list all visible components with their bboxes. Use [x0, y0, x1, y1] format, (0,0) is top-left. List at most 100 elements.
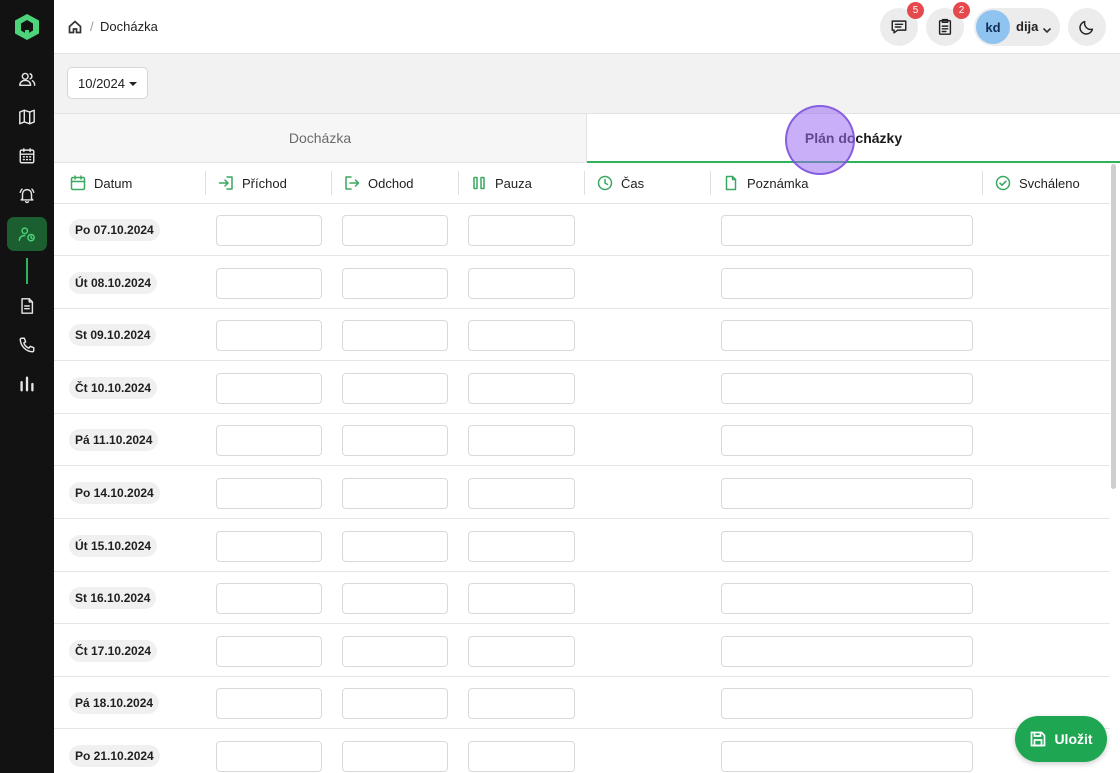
nav-documents[interactable]: [7, 289, 47, 323]
break-input[interactable]: [468, 583, 575, 615]
tab-attendance[interactable]: Docházka: [54, 114, 587, 163]
user-menu[interactable]: kd dija: [974, 8, 1060, 46]
theme-toggle-button[interactable]: [1068, 8, 1106, 46]
top-bar: / Docházka 5 2 kd dija: [54, 0, 1120, 54]
departure-input[interactable]: [342, 425, 448, 457]
tab-attendance-label: Docházka: [288, 130, 352, 146]
check-circle-icon: [995, 175, 1011, 191]
note-input[interactable]: [721, 635, 973, 667]
vertical-scrollbar[interactable]: [1111, 164, 1116, 489]
column-break[interactable]: Pauza: [471, 163, 532, 203]
nav-statistics[interactable]: [7, 367, 47, 401]
row-date: St 09.10.2024: [69, 324, 157, 347]
departure-input[interactable]: [342, 741, 448, 772]
column-approved[interactable]: Svcháleno: [995, 163, 1080, 203]
nav-submenu-indicator: [26, 258, 28, 284]
table-row: Po 21.10.2024: [54, 730, 1110, 773]
column-note[interactable]: Poznámka: [723, 163, 808, 203]
note-input[interactable]: [721, 267, 973, 299]
note-input[interactable]: [721, 425, 973, 457]
app-logo[interactable]: [14, 13, 40, 41]
user-clock-icon: [18, 227, 35, 242]
calendar-icon: [70, 175, 86, 191]
table-row: Pá 18.10.2024: [54, 677, 1110, 730]
departure-input[interactable]: [342, 688, 448, 720]
note-input[interactable]: [721, 583, 973, 615]
departure-input[interactable]: [342, 267, 448, 299]
row-date: Út 15.10.2024: [69, 534, 158, 557]
break-input[interactable]: [468, 530, 575, 562]
note-input[interactable]: [721, 530, 973, 562]
note-input[interactable]: [721, 372, 973, 404]
note-input[interactable]: [721, 741, 973, 772]
arrival-input[interactable]: [216, 425, 322, 457]
home-icon: [68, 20, 82, 34]
nav-notifications[interactable]: [7, 178, 47, 212]
column-arrival[interactable]: Příchod: [218, 163, 287, 203]
table-row: Út 15.10.2024: [54, 520, 1110, 572]
break-input[interactable]: [468, 425, 575, 457]
arrival-input[interactable]: [216, 372, 322, 404]
row-date: Čt 10.10.2024: [69, 376, 158, 399]
chevron-down-icon: [1042, 22, 1052, 34]
sidebar: [0, 0, 54, 773]
note-input[interactable]: [721, 688, 973, 720]
break-input[interactable]: [468, 741, 575, 772]
column-date[interactable]: Datum: [70, 163, 132, 203]
break-input[interactable]: [468, 635, 575, 667]
nav-calendar[interactable]: [7, 139, 47, 173]
nav-map[interactable]: [7, 100, 47, 134]
break-input[interactable]: [468, 688, 575, 720]
arrival-input[interactable]: [216, 215, 322, 246]
table-row: Čt 10.10.2024: [54, 362, 1110, 414]
column-divider: [205, 171, 206, 195]
note-input[interactable]: [721, 478, 973, 509]
departure-input[interactable]: [342, 583, 448, 615]
arrival-input[interactable]: [216, 320, 322, 352]
column-arrival-label: Příchod: [242, 175, 287, 191]
break-input[interactable]: [468, 478, 575, 509]
departure-input[interactable]: [342, 372, 448, 404]
column-divider: [710, 171, 711, 195]
column-time-label: Čas: [621, 175, 645, 191]
arrival-input[interactable]: [216, 530, 322, 562]
clipboard-icon: [938, 18, 952, 35]
calendar-icon: [19, 148, 35, 164]
nav-users[interactable]: [7, 62, 47, 96]
phone-icon: [19, 337, 35, 353]
column-divider: [331, 171, 332, 195]
arrival-input[interactable]: [216, 267, 322, 299]
break-input[interactable]: [468, 372, 575, 404]
nav-calls[interactable]: [7, 328, 47, 362]
month-select[interactable]: 10/2024: [67, 67, 148, 99]
month-select-value: 10/2024: [78, 76, 125, 91]
break-input[interactable]: [468, 215, 575, 246]
column-departure[interactable]: Odchod: [344, 163, 414, 203]
departure-input[interactable]: [342, 215, 448, 246]
table-row: St 16.10.2024: [54, 572, 1110, 625]
messages-button[interactable]: 5: [880, 2, 924, 46]
file-icon: [725, 175, 737, 191]
save-button[interactable]: Uložit: [1015, 716, 1107, 762]
note-input[interactable]: [721, 215, 973, 246]
breadcrumb-home[interactable]: [68, 20, 82, 34]
arrival-input[interactable]: [216, 583, 322, 615]
departure-input[interactable]: [342, 478, 448, 509]
row-date: St 16.10.2024: [69, 587, 157, 610]
tasks-button[interactable]: 2: [926, 2, 970, 46]
note-input[interactable]: [721, 320, 973, 352]
arrival-input[interactable]: [216, 688, 322, 720]
departure-input[interactable]: [342, 530, 448, 562]
break-input[interactable]: [468, 267, 575, 299]
arrival-input[interactable]: [216, 635, 322, 667]
nav-attendance[interactable]: [7, 217, 47, 251]
breadcrumb-separator: /: [90, 19, 94, 34]
pause-icon: [473, 176, 485, 190]
arrival-input[interactable]: [216, 478, 322, 509]
departure-input[interactable]: [342, 635, 448, 667]
row-date: Čt 17.10.2024: [69, 639, 158, 662]
column-time[interactable]: Čas: [597, 163, 644, 203]
departure-input[interactable]: [342, 320, 448, 352]
arrival-input[interactable]: [216, 741, 322, 772]
break-input[interactable]: [468, 320, 575, 352]
